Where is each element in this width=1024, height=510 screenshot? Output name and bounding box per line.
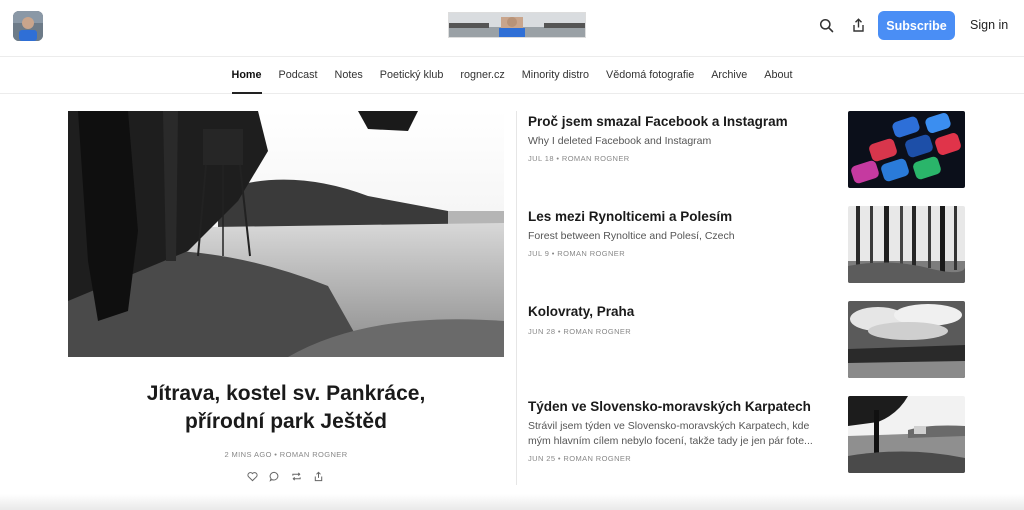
- list-item[interactable]: Kolovraty, Praha JUN 28 • ROMAN ROGNER: [528, 301, 965, 378]
- featured-post-title-line1: Jítrava, kostel sv. Pankráce,: [146, 382, 426, 405]
- subscribe-button[interactable]: Subscribe: [878, 11, 955, 40]
- main-nav: Home Podcast Notes Poetický klub rogner.…: [0, 57, 1024, 94]
- publication-banner[interactable]: [448, 12, 586, 38]
- post-subtitle: Why I deleted Facebook and Instagram: [528, 135, 712, 147]
- nav-item-notes[interactable]: Notes: [335, 57, 363, 94]
- site-header: Subscribe Sign in: [0, 0, 1024, 57]
- list-item[interactable]: Týden ve Slovensko-moravských Karpatech …: [528, 396, 965, 473]
- post-subtitle: Forest between Rynoltice and Polesí, Cze…: [528, 230, 735, 242]
- search-icon[interactable]: [817, 16, 835, 34]
- post-thumbnail[interactable]: [848, 301, 965, 378]
- featured-post-actions: [246, 470, 324, 482]
- nav-item-minority-distro[interactable]: Minority distro: [522, 57, 589, 94]
- post-subtitle: Strávil jsem týden ve Slovensko-moravský…: [528, 420, 813, 447]
- nav-item-vedoma-fotografie[interactable]: Vědomá fotografie: [606, 57, 694, 94]
- nav-item-podcast[interactable]: Podcast: [279, 57, 318, 94]
- post-thumbnail[interactable]: [848, 111, 965, 188]
- restack-icon[interactable]: [290, 470, 302, 482]
- heart-icon[interactable]: [246, 470, 258, 482]
- share-icon[interactable]: [849, 16, 867, 34]
- sign-in-link[interactable]: Sign in: [970, 18, 1008, 32]
- list-item[interactable]: Proč jsem smazal Facebook a Instagram Wh…: [528, 111, 965, 188]
- nav-item-rogner-cz[interactable]: rogner.cz: [460, 57, 504, 94]
- nav-item-poeticky-klub[interactable]: Poetický klub: [380, 57, 444, 94]
- nav-item-archive[interactable]: Archive: [711, 57, 747, 94]
- post-thumbnail[interactable]: [848, 206, 965, 283]
- comment-icon[interactable]: [268, 470, 280, 482]
- featured-post-title-line2: přírodní park Ještěd: [185, 410, 387, 433]
- page-bottom-shadow: [0, 494, 1024, 510]
- list-item[interactable]: Les mezi Rynolticemi a Polesím Forest be…: [528, 206, 965, 283]
- featured-post-image[interactable]: [68, 111, 504, 357]
- post-thumbnail[interactable]: [848, 396, 965, 473]
- nav-item-home[interactable]: Home: [231, 57, 262, 94]
- author-avatar[interactable]: [13, 11, 43, 41]
- share-icon[interactable]: [312, 470, 324, 482]
- featured-post-meta: 2 MINS AGO • ROMAN ROGNER: [224, 450, 348, 459]
- featured-post-title[interactable]: Jítrava, kostel sv. Pankráce, přírodní p…: [68, 380, 504, 436]
- column-divider: [516, 111, 517, 485]
- nav-item-about[interactable]: About: [764, 57, 792, 94]
